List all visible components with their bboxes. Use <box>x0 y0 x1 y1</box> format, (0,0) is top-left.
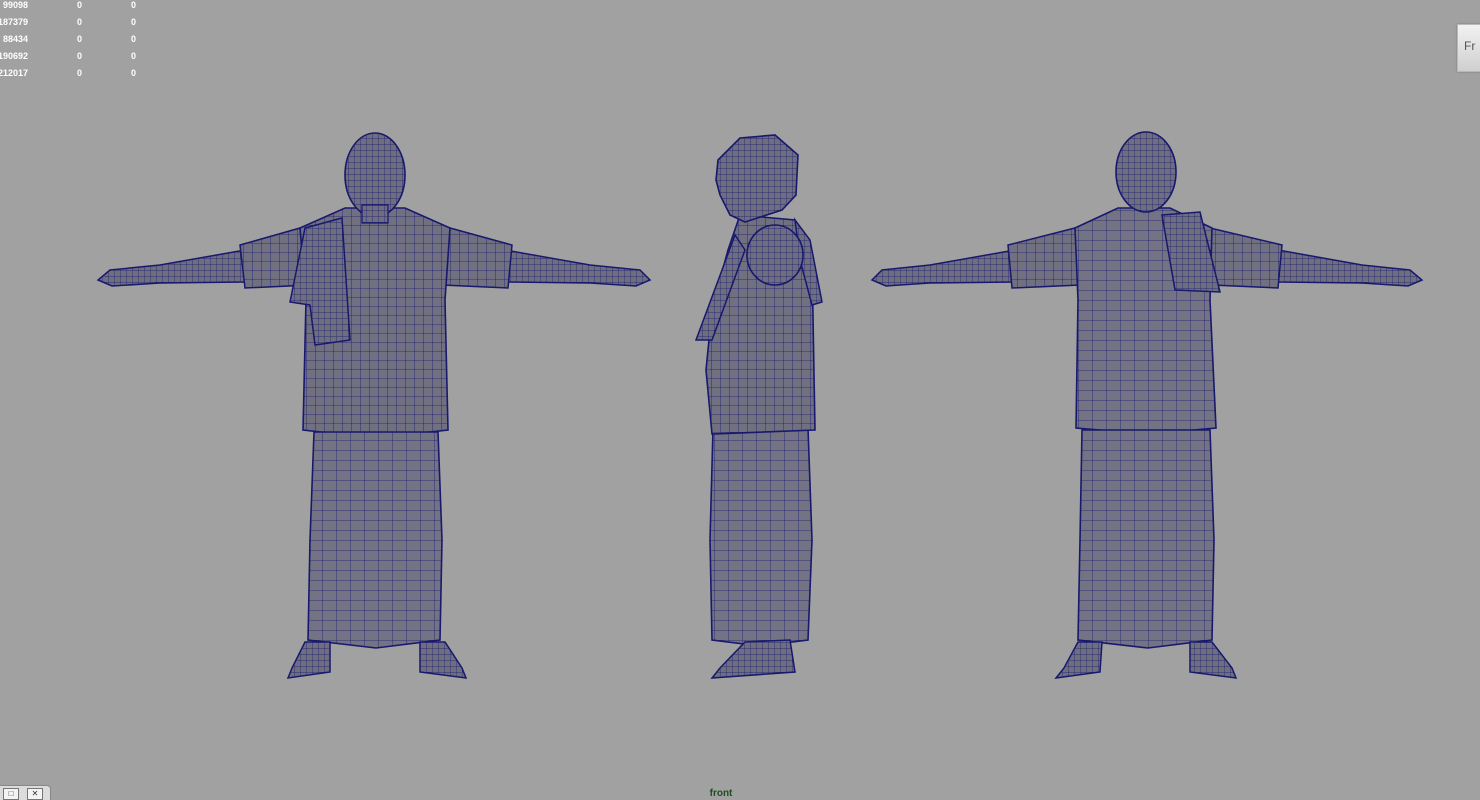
back-lungi <box>1077 429 1215 649</box>
head <box>344 132 406 218</box>
back-left-sleeve <box>1007 227 1081 289</box>
back-left-foot <box>1054 641 1103 679</box>
back-right-sleeve <box>1209 227 1283 289</box>
close-icon[interactable]: ✕ <box>27 788 43 800</box>
back-right-arm <box>1277 249 1424 287</box>
lungi <box>307 431 443 649</box>
left-arm <box>96 249 246 287</box>
restore-icon[interactable]: □ <box>3 788 19 800</box>
left-foot <box>286 641 331 679</box>
character-back-view[interactable] <box>870 131 1424 679</box>
viewport-3d[interactable] <box>0 0 1480 800</box>
character-side-view[interactable] <box>694 134 823 679</box>
window-controls: □ ✕ <box>0 785 51 800</box>
back-right-foot <box>1189 641 1238 679</box>
side-foot <box>710 639 796 679</box>
character-front-view[interactable] <box>96 132 652 679</box>
right-arm <box>504 249 652 287</box>
right-foot <box>419 641 468 679</box>
side-shoulder <box>746 224 804 286</box>
back-left-arm <box>870 249 1016 287</box>
neck <box>361 204 389 224</box>
view-cube[interactable]: Fr <box>1457 24 1480 72</box>
view-cube-icon: Fr <box>1464 39 1476 53</box>
right-sleeve <box>441 227 513 289</box>
side-head <box>715 134 799 223</box>
camera-name-label: front <box>709 788 733 799</box>
side-lungi <box>709 427 813 647</box>
back-head <box>1115 131 1177 213</box>
